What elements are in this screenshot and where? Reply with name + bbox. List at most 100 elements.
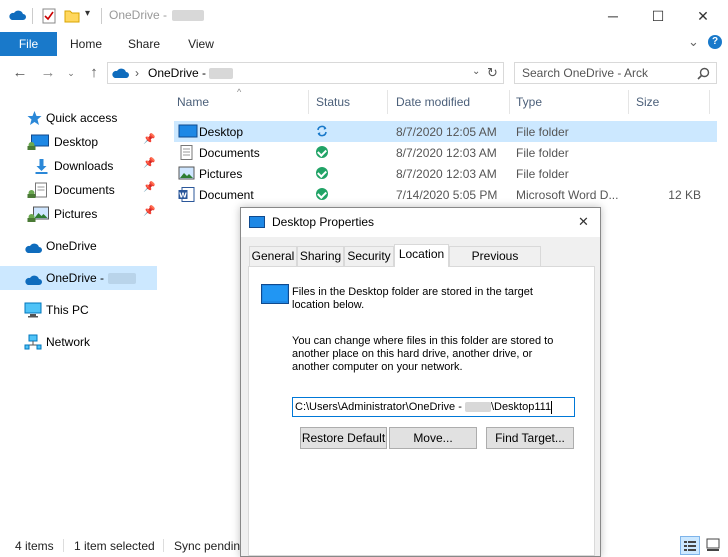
desktop-folder-icon (178, 124, 198, 138)
ribbon-tabs: File Home Share View ⌄ ? (0, 32, 728, 56)
sidebar-item-onedrive[interactable]: OneDrive (0, 235, 157, 257)
sync-pending-icon (317, 125, 327, 137)
pin-icon: 📌 (143, 158, 156, 169)
target-path-input[interactable]: C:\Users\Administrator\OneDrive - \Deskt… (292, 397, 575, 417)
selection-count: 1 item selected (74, 539, 155, 553)
location-tab-panel: Files in the Desktop folder are stored i… (248, 266, 595, 556)
tab-location[interactable]: Location (394, 244, 449, 267)
target-path-suffix: \Desktop111 (490, 401, 552, 413)
divider (63, 539, 64, 552)
location-help-text: You can change where files in this folde… (292, 335, 554, 373)
column-separator[interactable] (308, 90, 309, 114)
item-count: 4 items (15, 539, 54, 553)
move-button[interactable]: Move... (389, 427, 477, 449)
onedrive-icon (25, 243, 42, 253)
desktop-properties-dialog: Desktop Properties ✕ General Sharing Sec… (240, 207, 601, 557)
column-separator[interactable] (387, 90, 388, 114)
details-view-icon (684, 541, 696, 551)
dialog-title: Desktop Properties (272, 215, 375, 229)
column-header-size[interactable]: Size (636, 95, 659, 109)
pin-icon: 📌 (143, 206, 156, 217)
divider (163, 539, 164, 552)
window-title: OneDrive - (109, 8, 168, 22)
forward-icon[interactable]: → (38, 63, 58, 83)
computer-icon (24, 302, 42, 318)
dialog-title-bar[interactable]: Desktop Properties ✕ (241, 208, 600, 237)
synced-check-icon (316, 167, 328, 179)
pin-icon: 📌 (143, 134, 156, 145)
synced-check-icon (316, 146, 328, 158)
address-bar-row: ← → ⌄ ↑ › OneDrive - ⌄ ↻ Search OneDrive… (0, 56, 728, 90)
sidebar-item-network[interactable]: Network (0, 331, 157, 353)
onedrive-icon (9, 10, 26, 20)
up-icon[interactable]: ↑ (84, 63, 104, 83)
details-view-button[interactable] (680, 536, 700, 555)
refresh-icon[interactable]: ↻ (487, 65, 498, 81)
sidebar-item-documents[interactable]: Documents 📌 (0, 179, 157, 201)
sidebar-item-downloads[interactable]: Downloads 📌 (0, 155, 157, 177)
documents-icon (27, 182, 47, 198)
table-row[interactable]: Desktop 8/7/2020 12:05 AM File folder (174, 121, 717, 142)
pictures-folder-icon (178, 166, 195, 180)
breadcrumb-onedrive[interactable]: OneDrive - (148, 66, 206, 80)
recent-locations-icon[interactable]: ⌄ (61, 63, 81, 83)
search-icon[interactable] (697, 67, 710, 80)
table-row[interactable]: Pictures 8/7/2020 12:03 AM File folder (174, 163, 717, 184)
column-header-date-modified[interactable]: Date modified (396, 95, 470, 109)
quick-access-dropdown-icon[interactable]: ▾ (85, 8, 90, 19)
search-input[interactable]: Search OneDrive - Arck (514, 62, 717, 84)
dialog-close-button[interactable]: ✕ (578, 214, 589, 230)
pictures-icon (27, 206, 49, 222)
tab-view[interactable]: View (179, 32, 223, 56)
star-icon (27, 111, 42, 125)
column-separator[interactable] (628, 90, 629, 114)
table-row[interactable]: Documents 8/7/2020 12:03 AM File folder (174, 142, 717, 163)
redacted-name (172, 10, 204, 21)
address-dropdown-icon[interactable]: ⌄ (472, 66, 480, 77)
redacted-name (108, 273, 136, 284)
tab-general[interactable]: General (249, 246, 297, 266)
restore-default-button[interactable]: Restore Default (300, 427, 387, 449)
expand-ribbon-icon[interactable]: ⌄ (688, 34, 699, 50)
minimize-button[interactable]: ─ (590, 0, 636, 32)
sidebar-item-desktop[interactable]: Desktop 📌 (0, 131, 157, 153)
search-placeholder: Search OneDrive - Arck (522, 66, 649, 80)
column-header-status[interactable]: Status (316, 95, 350, 109)
large-icons-view-button[interactable] (704, 536, 724, 555)
text-caret (551, 400, 553, 414)
divider (101, 8, 102, 24)
onedrive-icon (112, 68, 129, 78)
pin-icon: 📌 (143, 182, 156, 193)
find-target-button[interactable]: Find Target... (486, 427, 574, 449)
column-separator[interactable] (709, 90, 710, 114)
tab-home[interactable]: Home (63, 32, 109, 56)
column-header-name[interactable]: Name (177, 95, 209, 109)
breadcrumb-separator-icon: › (135, 66, 139, 80)
help-icon[interactable]: ? (708, 35, 722, 49)
desktop-folder-large-icon (261, 284, 289, 304)
tab-share[interactable]: Share (120, 32, 168, 56)
properties-icon[interactable] (41, 8, 57, 24)
column-separator[interactable] (509, 90, 510, 114)
sidebar-item-quick-access[interactable]: Quick access (0, 107, 157, 129)
downloads-icon (35, 159, 48, 174)
tab-sharing[interactable]: Sharing (297, 246, 344, 266)
close-button[interactable]: ✕ (680, 0, 726, 32)
address-input[interactable]: › OneDrive - ⌄ ↻ (107, 62, 504, 84)
table-row[interactable]: W Document 7/14/2020 5:05 PM Microsoft W… (174, 184, 717, 205)
column-header-type[interactable]: Type (516, 95, 542, 109)
tab-previous-versions[interactable]: Previous Versions (449, 246, 541, 281)
sidebar-item-onedrive-business[interactable]: OneDrive - (0, 266, 157, 290)
tab-security[interactable]: Security (344, 246, 394, 266)
maximize-button[interactable]: ☐ (635, 0, 681, 32)
tab-file[interactable]: File (0, 32, 57, 56)
sidebar-item-this-pc[interactable]: This PC (0, 299, 157, 321)
synced-check-icon (316, 188, 328, 200)
large-icons-view-icon (706, 538, 720, 551)
sort-ascending-icon: ^ (237, 87, 242, 97)
back-icon[interactable]: ← (10, 63, 30, 83)
sidebar-item-pictures[interactable]: Pictures 📌 (0, 203, 157, 225)
location-info-text: Files in the Desktop folder are stored i… (292, 286, 533, 311)
redacted-name (464, 402, 491, 413)
new-folder-icon[interactable] (64, 8, 80, 24)
